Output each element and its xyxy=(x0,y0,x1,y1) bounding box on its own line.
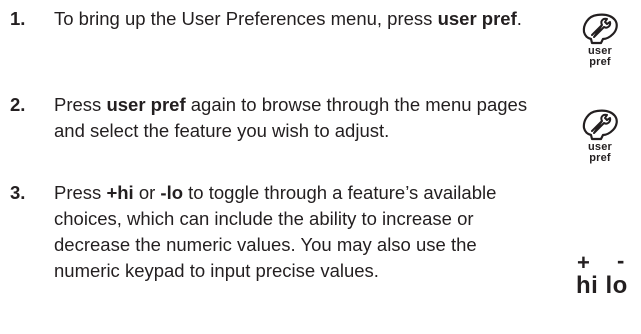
step-key-name: +hi xyxy=(106,182,134,203)
step-text-part: or xyxy=(133,182,161,203)
step-text-part: Press xyxy=(54,182,107,203)
plus-icon: + xyxy=(577,250,590,275)
step-text: Press +hi or -lo to toggle through a fea… xyxy=(54,180,530,284)
step-2: 2. Press user pref again to browse throu… xyxy=(10,92,530,144)
step-3: 3. Press +hi or -lo to toggle through a … xyxy=(10,180,530,284)
user-pref-button-icon: user pref xyxy=(576,10,624,68)
step-key-name: user pref xyxy=(437,8,517,29)
step-text: Press user pref again to browse through … xyxy=(54,92,530,144)
user-pref-button-icon: user pref xyxy=(576,106,624,164)
step-text-part: Press xyxy=(54,94,107,115)
step-number: 3. xyxy=(10,182,26,203)
icon-caption: pref xyxy=(589,152,611,164)
step-key-name: -lo xyxy=(160,182,184,203)
wrench-icon xyxy=(582,13,618,45)
step-text-part: To bring up the User Preferences menu, p… xyxy=(54,8,438,29)
hi-lo-button-icon: + - hi lo xyxy=(576,248,636,312)
icon-caption: pref xyxy=(589,56,611,68)
minus-icon: - xyxy=(617,248,625,273)
hi-lo-label: hi lo xyxy=(576,272,628,299)
step-key-name: user pref xyxy=(106,94,186,115)
step-text-part: . xyxy=(516,8,522,29)
step-text: To bring up the User Preferences menu, p… xyxy=(54,6,530,32)
wrench-icon xyxy=(582,109,618,141)
step-number: 2. xyxy=(10,94,26,115)
step-number: 1. xyxy=(10,8,26,29)
step-1: 1. To bring up the User Preferences menu… xyxy=(10,6,530,32)
